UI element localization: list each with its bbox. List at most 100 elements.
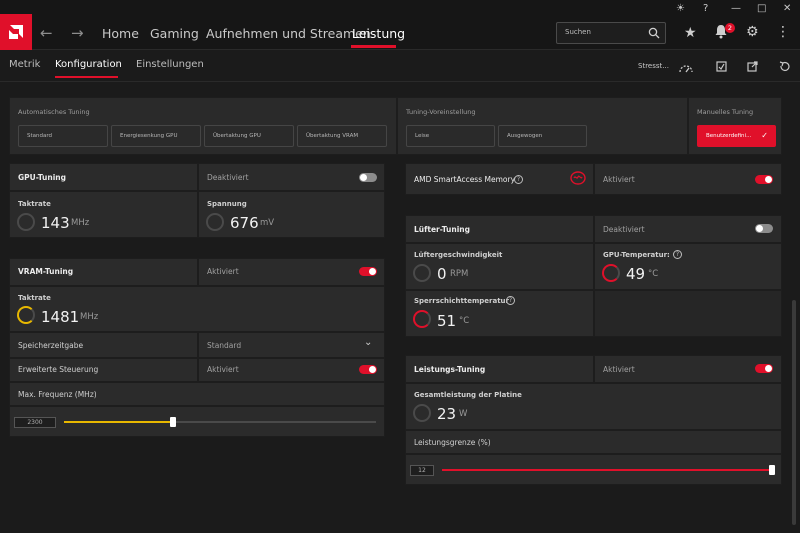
auto-tuning-undervolt-button[interactable]: Energiesenkung GPU [111, 125, 201, 147]
empty-cell [594, 290, 782, 337]
search-placeholder: Suchen [565, 28, 591, 36]
manual-custom-label: Benutzerdefini... [706, 133, 752, 139]
fan-speed-gauge-icon [413, 264, 431, 282]
fan-tuning-toggle[interactable] [755, 224, 773, 233]
settings-gear-icon[interactable]: ⚙ [746, 24, 759, 40]
gpu-temp-value: 49 [626, 265, 646, 283]
maximize-icon[interactable]: □ [757, 3, 766, 14]
power-tuning-title: Leistungs-Tuning [414, 365, 486, 374]
nav-record-stream[interactable]: Aufnehmen und Streamen [206, 26, 371, 41]
memory-timing-value: Standard [207, 341, 242, 350]
manual-custom-button[interactable]: Benutzerdefini... ✓ [697, 125, 776, 147]
gpu-tuning-state: Deaktiviert [207, 173, 249, 182]
nav-home[interactable]: Home [102, 26, 139, 41]
junction-temp-label: Sperrschichttemperatur [414, 297, 509, 305]
fan-speed-label: Lüftergeschwindigkeit [414, 251, 503, 259]
fan-tuning-title: Lüfter-Tuning [414, 225, 471, 234]
memory-timing-label: Speicherzeitgabe [18, 341, 84, 350]
preset-balanced-button[interactable]: Ausgewogen [498, 125, 587, 147]
nav-active-indicator [351, 45, 396, 48]
amd-logo-icon [9, 25, 23, 39]
stress-test-label[interactable]: Stresst... [638, 62, 669, 70]
gpu-clock-cell [9, 191, 198, 238]
gpu-tuning-toggle[interactable] [359, 173, 377, 182]
junction-temp-unit: °C [459, 316, 470, 326]
forward-arrow-icon[interactable]: → [71, 24, 84, 42]
vram-clock-value: 1481 [41, 308, 80, 326]
stress-test-gauge-icon[interactable] [679, 58, 693, 77]
max-frequency-slider-fill [64, 421, 173, 423]
power-limit-label: Leistungsgrenze (%) [414, 438, 491, 447]
export-profile-icon[interactable] [747, 57, 758, 76]
board-power-label: Gesamtleistung der Platine [414, 391, 522, 399]
vram-tuning-state: Aktiviert [207, 267, 239, 276]
board-power-unit: W [459, 409, 468, 419]
gpu-clock-value: 143 [41, 214, 70, 232]
gpu-clock-gauge-icon [17, 213, 35, 231]
close-icon[interactable]: ✕ [783, 3, 791, 14]
checkmark-icon: ✓ [761, 131, 768, 140]
minimize-icon[interactable]: — [731, 3, 741, 14]
vertical-scrollbar[interactable] [792, 300, 796, 525]
auto-tuning-standard-button[interactable]: Standard [18, 125, 108, 147]
back-arrow-icon[interactable]: ← [40, 24, 53, 42]
reset-icon[interactable] [779, 57, 790, 76]
gpu-tuning-title: GPU-Tuning [18, 173, 67, 182]
more-menu-icon[interactable]: ⋮ [776, 24, 790, 40]
power-limit-slider-fill [442, 469, 772, 471]
smart-technology-brain-icon [570, 170, 586, 189]
nav-gaming[interactable]: Gaming [150, 26, 199, 41]
preset-quiet-button[interactable]: Leise [406, 125, 495, 147]
gpu-temp-unit: °C [648, 269, 659, 279]
auto-tuning-title: Automatisches Tuning [18, 108, 90, 116]
sam-toggle[interactable] [755, 175, 773, 184]
junction-temp-info-icon[interactable]: ? [506, 296, 515, 305]
gpu-clock-label: Taktrate [18, 200, 51, 208]
auto-tuning-overclock-vram-button[interactable]: Übertaktung VRAM [297, 125, 387, 147]
gpu-voltage-unit: mV [260, 218, 275, 228]
tuning-preset-title: Tuning-Voreinstellung [406, 108, 476, 116]
vram-tuning-title: VRAM-Tuning [18, 267, 74, 276]
max-frequency-slider-thumb[interactable] [170, 417, 176, 427]
chevron-down-icon[interactable]: ⌄ [364, 337, 372, 348]
power-tuning-toggle[interactable] [755, 364, 773, 373]
gpu-voltage-value: 676 [230, 214, 259, 232]
search-icon [648, 27, 660, 39]
tab-metrics[interactable]: Metrik [9, 59, 40, 70]
advanced-control-toggle[interactable] [359, 365, 377, 374]
sam-title: AMD SmartAccess Memory [414, 175, 516, 184]
gpu-temp-gauge-icon [602, 264, 620, 282]
junction-temp-gauge-icon [413, 310, 431, 328]
gpu-voltage-gauge-icon [206, 213, 224, 231]
import-profile-icon[interactable] [716, 57, 727, 76]
power-limit-slider-thumb[interactable] [769, 465, 775, 475]
search-input[interactable]: Suchen [556, 22, 666, 44]
help-icon[interactable]: ? [703, 3, 708, 14]
gpu-temp-info-icon[interactable]: ? [673, 250, 682, 259]
nav-performance[interactable]: Leistung [352, 26, 405, 41]
tab-settings[interactable]: Einstellungen [136, 59, 204, 70]
max-frequency-label: Max. Frequenz (MHz) [18, 390, 97, 399]
gpu-temp-label: GPU-Temperatur: [603, 251, 670, 259]
tab-configuration[interactable]: Konfiguration [55, 59, 122, 70]
advanced-control-label: Erweiterte Steuerung [18, 365, 99, 374]
sam-state: Aktiviert [603, 175, 635, 184]
manual-tuning-title: Manuelles Tuning [697, 108, 754, 116]
vram-clock-unit: MHz [80, 312, 99, 322]
gpu-voltage-cell [198, 191, 385, 238]
fan-tuning-state: Deaktiviert [603, 225, 645, 234]
board-power-gauge-icon [413, 404, 431, 422]
favorites-star-icon[interactable]: ★ [684, 25, 697, 41]
max-frequency-input[interactable]: 2300 [14, 417, 56, 428]
fan-speed-value: 0 [437, 265, 447, 283]
amd-logo[interactable] [0, 14, 32, 50]
bug-report-icon[interactable]: ☀ [676, 3, 685, 14]
vram-tuning-toggle[interactable] [359, 267, 377, 276]
sam-info-icon[interactable]: ? [514, 175, 523, 184]
power-limit-input[interactable]: 12 [410, 465, 434, 476]
junction-temp-value: 51 [437, 312, 457, 330]
vram-clock-gauge-icon [17, 306, 35, 324]
auto-tuning-overclock-gpu-button[interactable]: Übertaktung GPU [204, 125, 294, 147]
vram-clock-label: Taktrate [18, 294, 51, 302]
fan-speed-unit: RPM [450, 269, 469, 279]
